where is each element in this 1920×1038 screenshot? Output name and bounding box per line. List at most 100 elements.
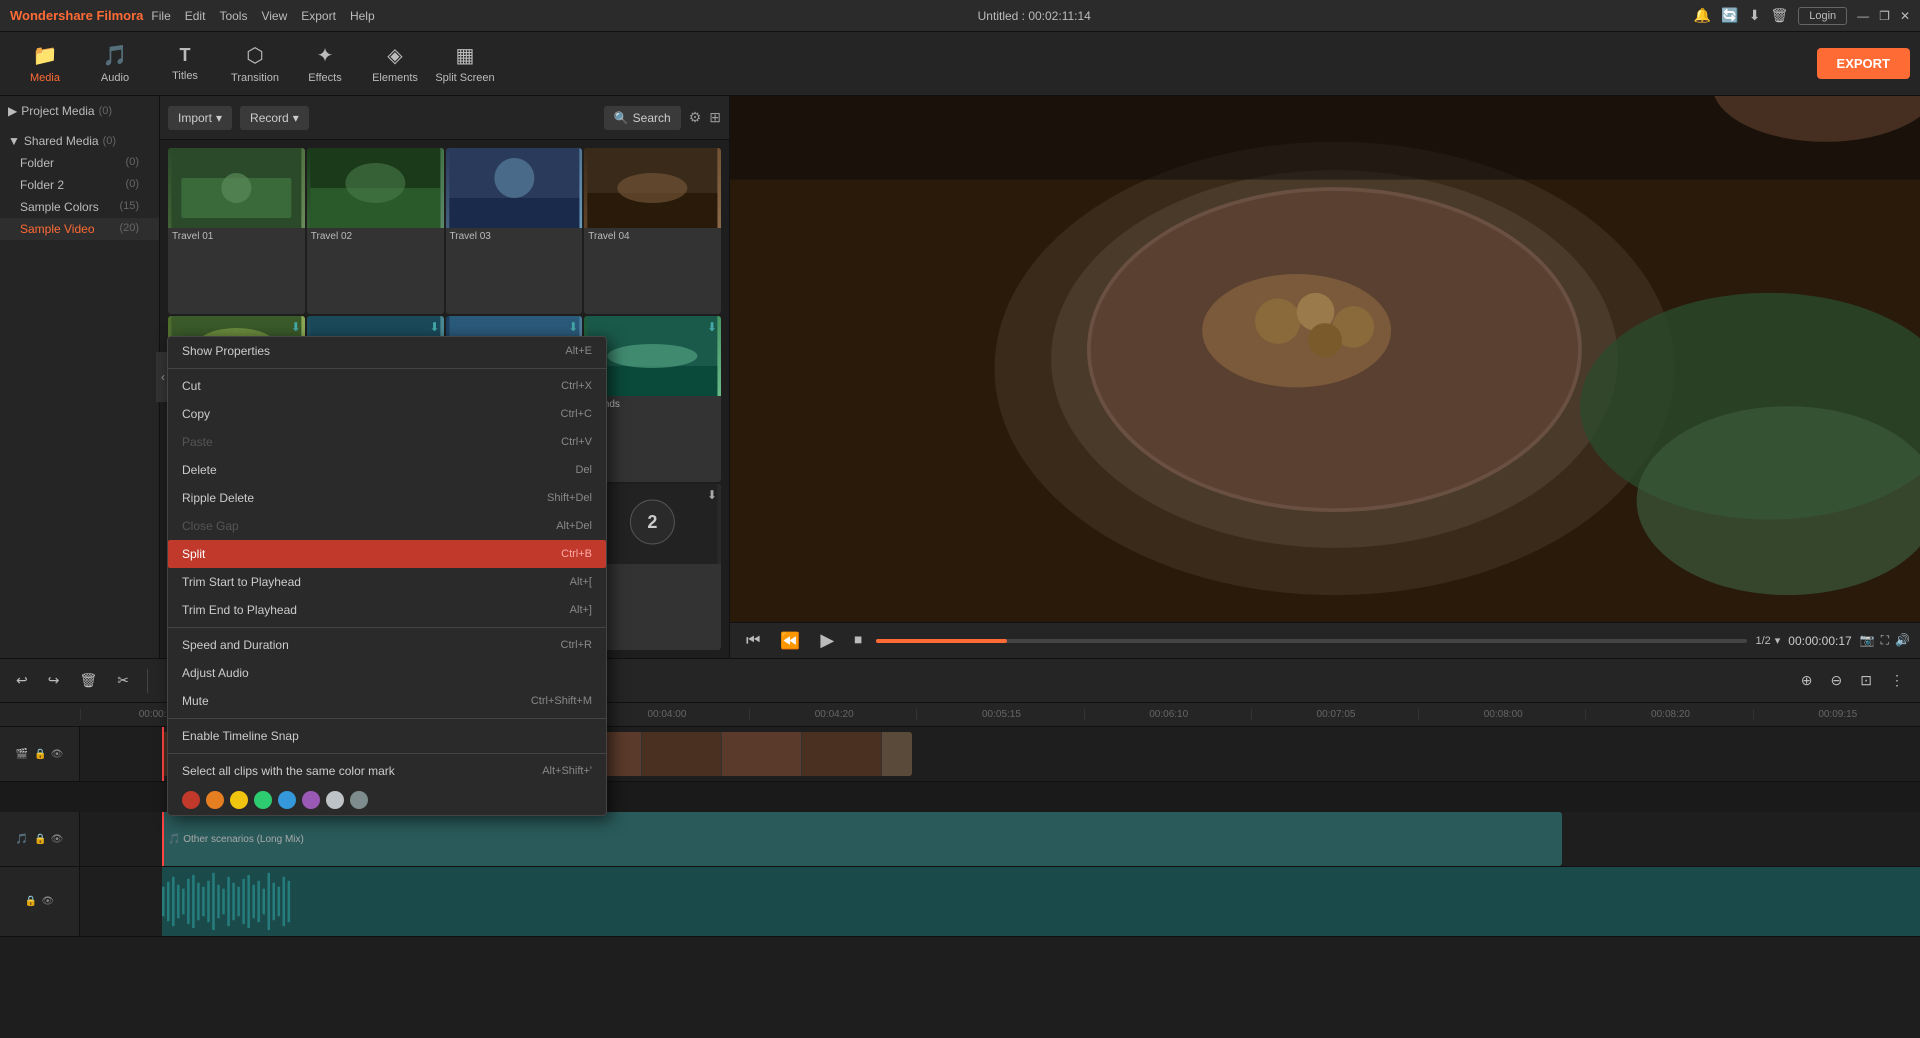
stop-button[interactable]: ⏹ <box>848 630 868 652</box>
ctx-copy[interactable]: Copy Ctrl+C <box>168 400 606 428</box>
audio-track-1-controls: 🔒 👁 <box>34 834 63 845</box>
lock-icon[interactable]: 🔒 <box>34 749 46 760</box>
ctx-trim-start-shortcut: Alt+[ <box>570 576 592 588</box>
ctx-enable-snap[interactable]: Enable Timeline Snap <box>168 722 606 750</box>
ctx-adjust-audio[interactable]: Adjust Audio <box>168 659 606 687</box>
menu-help[interactable]: Help <box>350 9 375 23</box>
app-logo: Wondershare Filmora <box>10 8 143 23</box>
ratio-label: 1/2 <box>1755 635 1770 647</box>
left-item-folder[interactable]: Folder (0) <box>0 152 159 174</box>
project-media-count: (0) <box>99 105 112 117</box>
menu-tools[interactable]: Tools <box>219 9 247 23</box>
ctx-trim-start[interactable]: Trim Start to Playhead Alt+[ <box>168 568 606 596</box>
trash-icon[interactable]: 🗑 <box>1770 7 1788 24</box>
record-button[interactable]: Record ▾ <box>240 106 309 130</box>
notification-icon[interactable]: 🔔 <box>1694 7 1711 24</box>
ctx-mute[interactable]: Mute Ctrl+Shift+M <box>168 687 606 715</box>
color-dot-yellow[interactable] <box>230 791 248 809</box>
play-button[interactable]: ▶ <box>814 628 840 653</box>
shared-media-arrow: ▼ <box>8 134 20 148</box>
download-icon[interactable]: ⬇ <box>1749 7 1761 24</box>
ctx-trim-end[interactable]: Trim End to Playhead Alt+] <box>168 596 606 624</box>
maximize-button[interactable]: ❐ <box>1879 9 1890 23</box>
filter-icon[interactable]: ⚙ <box>689 109 702 126</box>
toolbar-effects[interactable]: ✦ Effects <box>290 35 360 93</box>
color-dot-purple[interactable] <box>302 791 320 809</box>
toolbar-elements[interactable]: ◈ Elements <box>360 35 430 93</box>
menu-view[interactable]: View <box>261 9 287 23</box>
color-dot-blue[interactable] <box>278 791 296 809</box>
toolbar-splitscreen[interactable]: ▦ Split Screen <box>430 35 500 93</box>
media-item-travel01[interactable]: Travel 01 <box>168 148 305 314</box>
menu-file[interactable]: File <box>151 9 170 23</box>
ctx-cut[interactable]: Cut Ctrl+X <box>168 372 606 400</box>
ctx-speed-duration[interactable]: Speed and Duration Ctrl+R <box>168 631 606 659</box>
travel01-label: Travel 01 <box>168 228 305 245</box>
ctx-close-gap-label: Close Gap <box>182 519 239 533</box>
ctx-select-color-label: Select all clips with the same color mar… <box>182 764 395 778</box>
left-item-sample-video[interactable]: Sample Video (20) <box>0 218 159 240</box>
ctx-delete[interactable]: Delete Del <box>168 456 606 484</box>
transition-icon: ⬡ <box>246 43 263 68</box>
color-dot-light[interactable] <box>326 791 344 809</box>
ctx-ripple-delete-label: Ripple Delete <box>182 491 254 505</box>
media-item-travel03[interactable]: Travel 03 <box>446 148 583 314</box>
step-back-button[interactable]: ⏪ <box>774 629 806 653</box>
shared-media-header[interactable]: ▼ Shared Media (0) <box>0 130 159 152</box>
ctx-select-color[interactable]: Select all clips with the same color mar… <box>168 757 606 785</box>
login-button[interactable]: Login <box>1798 7 1847 25</box>
undo-button[interactable]: ↩ <box>10 669 34 692</box>
media-item-travel02[interactable]: Travel 02 <box>307 148 444 314</box>
zoom-in-icon[interactable]: ⊕ <box>1795 669 1819 692</box>
audio-clip-1[interactable]: 🎵 Other scenarios (Long Mix) <box>162 812 1562 866</box>
redo-button[interactable]: ↪ <box>42 669 66 692</box>
color-dot-red[interactable] <box>182 791 200 809</box>
toolbar-audio-label: Audio <box>101 72 129 84</box>
ctx-split[interactable]: Split Ctrl+B <box>168 540 606 568</box>
search-box[interactable]: 🔍 Search <box>604 106 681 130</box>
skip-back-button[interactable]: ⏮ <box>740 630 766 652</box>
left-item-folder2[interactable]: Folder 2 (0) <box>0 174 159 196</box>
minimize-button[interactable]: — <box>1857 9 1869 23</box>
close-button[interactable]: ✕ <box>1900 9 1910 23</box>
zoom-out-icon[interactable]: ⊖ <box>1825 669 1849 692</box>
countdown2-download-icon: ⬇ <box>707 488 717 502</box>
ctx-speed-duration-label: Speed and Duration <box>182 638 289 652</box>
menu-edit[interactable]: Edit <box>185 9 206 23</box>
preview-progress-fill <box>876 639 1007 643</box>
color-dot-gray[interactable] <box>350 791 368 809</box>
refresh-icon[interactable]: 🔄 <box>1721 7 1738 24</box>
audio-track-1-content[interactable]: 🎵 Other scenarios (Long Mix) <box>80 812 1920 866</box>
toolbar-audio[interactable]: 🎵 Audio <box>80 35 150 93</box>
eye-icon[interactable]: 👁 <box>51 749 64 760</box>
import-button[interactable]: Import ▾ <box>168 106 232 130</box>
grid-icon[interactable]: ⊞ <box>709 109 721 126</box>
volume-icon[interactable]: 🔊 <box>1895 633 1910 648</box>
left-item-sample-colors[interactable]: Sample Colors (15) <box>0 196 159 218</box>
ctx-ripple-delete[interactable]: Ripple Delete Shift+Del <box>168 484 606 512</box>
audio-lock-icon[interactable]: 🔒 <box>34 834 46 845</box>
waveform-eye-icon[interactable]: 👁 <box>41 896 54 907</box>
toolbar-titles[interactable]: T Titles <box>150 35 220 93</box>
export-button[interactable]: EXPORT <box>1817 48 1910 79</box>
timeline-options-icon[interactable]: ⋮ <box>1884 669 1910 692</box>
audio-track-icon: 🎵 <box>16 834 28 845</box>
preview-progress-bar[interactable] <box>876 639 1747 643</box>
toolbar-media[interactable]: 📁 Media <box>10 35 80 93</box>
titlebar-action-icons: 🔔 🔄 ⬇ 🗑 <box>1694 7 1788 24</box>
toolbar-transition[interactable]: ⬡ Transition <box>220 35 290 93</box>
toolbar-splitscreen-label: Split Screen <box>435 72 494 84</box>
project-media-header[interactable]: ▶ Project Media (0) <box>0 100 159 122</box>
ctx-show-properties[interactable]: Show Properties Alt+E <box>168 337 606 365</box>
color-dot-green[interactable] <box>254 791 272 809</box>
fullscreen-icon[interactable]: ⛶ <box>1881 633 1889 648</box>
audio-eye-icon[interactable]: 👁 <box>51 834 64 845</box>
fit-icon[interactable]: ⊡ <box>1854 669 1878 692</box>
media-item-travel04[interactable]: Travel 04 <box>584 148 721 314</box>
delete-button[interactable]: 🗑 <box>73 669 103 692</box>
waveform-lock-icon[interactable]: 🔒 <box>25 896 37 907</box>
menu-export[interactable]: Export <box>301 9 336 23</box>
cut-button[interactable]: ✂ <box>111 669 135 692</box>
screenshot-icon[interactable]: 📷 <box>1860 633 1875 648</box>
color-dot-orange[interactable] <box>206 791 224 809</box>
